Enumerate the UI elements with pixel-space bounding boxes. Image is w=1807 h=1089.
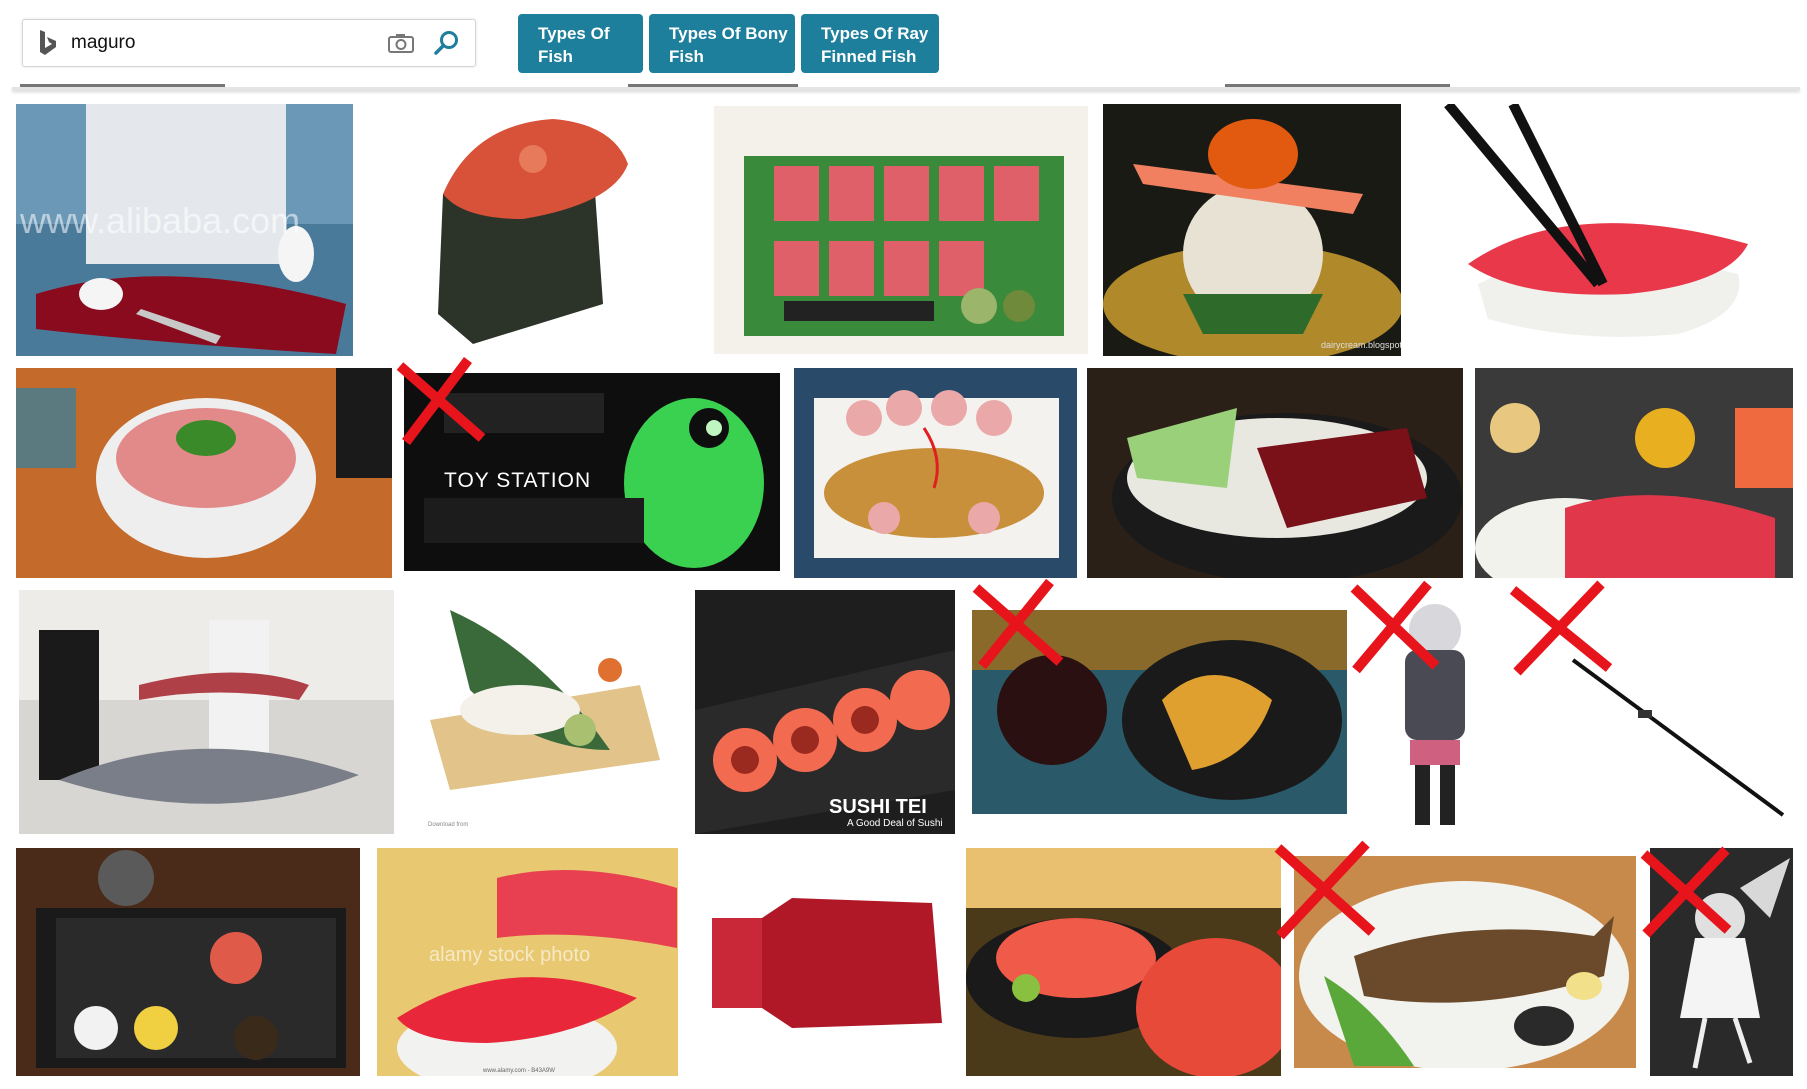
result-image-maguro-don[interactable]	[1087, 368, 1463, 578]
result-image-tuna-bowl[interactable]	[16, 368, 392, 578]
chip-label: Types Of Bony Fish	[669, 24, 788, 66]
camera-icon[interactable]	[387, 32, 415, 54]
result-image-aburi-sushi[interactable]	[794, 368, 1077, 578]
image-watermark: www.alibaba.com	[20, 200, 301, 241]
image-watermark: alamy stock photo	[429, 944, 591, 966]
result-image-tempura[interactable]	[972, 610, 1347, 814]
result-image-toy-station[interactable]: TOY STATION	[404, 373, 780, 571]
result-image-tuna-event[interactable]	[19, 590, 394, 834]
result-image-tuna-block[interactable]	[692, 848, 952, 1076]
result-image-gunkan-sushi[interactable]	[383, 104, 658, 356]
result-image-chopsticks-nigiri[interactable]	[1428, 104, 1793, 356]
image-credit: Download from	[428, 822, 469, 828]
result-image-sushi-platter[interactable]	[1475, 368, 1793, 578]
chip-types-of-bony-fish[interactable]: Types Of Bony Fish	[649, 14, 795, 73]
search-icon[interactable]	[433, 29, 461, 57]
result-image-tuna-nigiri-closeup[interactable]: alamy stock photo www.alamy.com - B43A9W	[377, 848, 678, 1076]
result-image-sushi-rolls[interactable]: SUSHI TEI A Good Deal of Sushi	[695, 590, 955, 834]
result-image-crab-ikura[interactable]: dairycream.blogspot	[1103, 104, 1401, 356]
search-box	[22, 19, 476, 67]
chip-types-of-ray-finned-fish[interactable]: Types Of Ray Finned Fish	[801, 14, 939, 73]
result-image-anime-girl[interactable]	[1360, 590, 1510, 834]
image-text: TOY STATION	[444, 469, 592, 492]
header-divider	[12, 87, 1800, 90]
chip-label: Types Of Ray Finned Fish	[821, 24, 929, 66]
chip-types-of-fish[interactable]: Types Of Fish	[518, 14, 643, 73]
result-image-bento-tray[interactable]	[16, 848, 360, 1076]
bing-logo-icon[interactable]	[37, 29, 59, 57]
image-brand: SUSHI TEI	[829, 796, 927, 818]
image-credit: www.alamy.com - B43A9W	[483, 1068, 555, 1074]
image-credit: dairycream.blogspot	[1321, 340, 1401, 350]
result-image-grilled-fish[interactable]	[1294, 856, 1636, 1068]
result-image-sashimi-bowl[interactable]	[966, 848, 1281, 1076]
result-image-tuna-tray[interactable]	[714, 106, 1088, 354]
image-tagline: A Good Deal of Sushi	[847, 818, 943, 829]
result-image-fishing-rod[interactable]	[1533, 590, 1793, 834]
chip-label: Types Of Fish	[538, 24, 610, 66]
result-image-sashimi-board[interactable]: Download from	[410, 590, 681, 834]
result-image-tuna-cutting[interactable]: www.alibaba.com	[16, 104, 353, 356]
result-image-anime-angel[interactable]	[1650, 848, 1793, 1076]
search-input[interactable]	[71, 29, 391, 57]
